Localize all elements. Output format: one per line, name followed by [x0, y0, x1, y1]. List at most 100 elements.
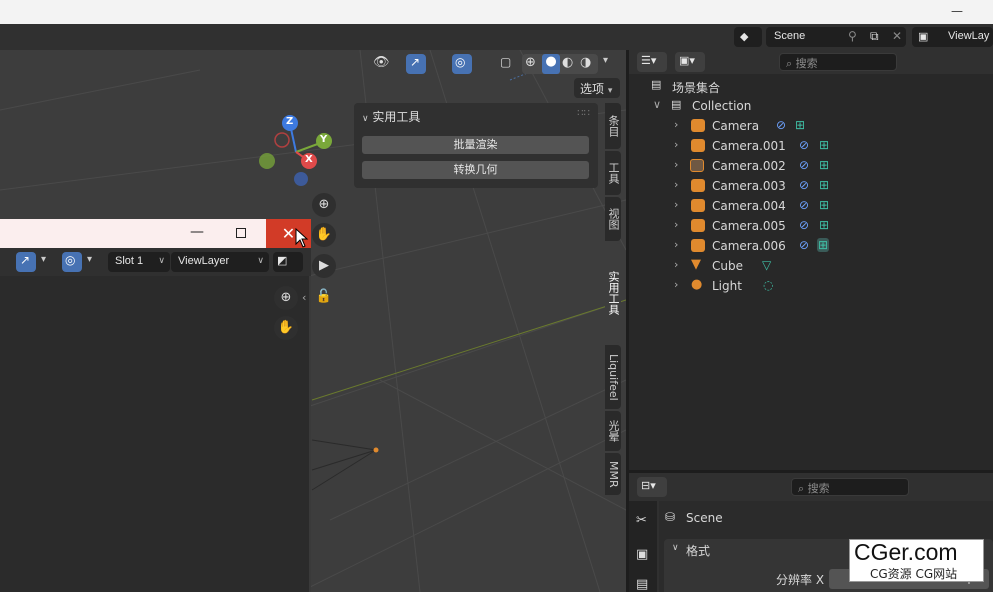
- overlay-toggle-icon[interactable]: ◎: [452, 54, 472, 74]
- constraint-icon[interactable]: ⊘: [776, 118, 786, 132]
- pan-hand-icon[interactable]: ✋: [312, 223, 336, 247]
- chevron-down-icon[interactable]: ∨: [653, 98, 661, 111]
- lock-icon[interactable]: 🔓: [312, 285, 336, 309]
- scene-type-icon[interactable]: ◆: [734, 27, 762, 47]
- camera-data-icon[interactable]: ⊞: [819, 138, 829, 152]
- chevron-down-icon[interactable]: ▾: [603, 55, 608, 66]
- constraint-icon[interactable]: ⊘: [799, 238, 809, 252]
- light-data-icon[interactable]: ◌: [763, 278, 773, 292]
- options-button[interactable]: 选项 ▾: [574, 78, 620, 98]
- chevron-right-icon[interactable]: ›: [674, 118, 678, 131]
- floating-window-canvas[interactable]: ⊕ ✋: [0, 276, 298, 592]
- chevron-down-icon: ∨: [257, 255, 264, 265]
- camera-object-icon: [691, 139, 705, 152]
- chevron-down-icon[interactable]: ▾: [41, 254, 46, 265]
- floating-window-title-bar[interactable]: — ✕: [0, 219, 311, 248]
- material-shading-icon[interactable]: ◐: [562, 55, 573, 70]
- editor-type-icon[interactable]: ⊟▾: [637, 477, 667, 497]
- tab-liquifeel[interactable]: Liquifeel: [605, 345, 621, 409]
- close-icon[interactable]: ✕: [892, 29, 902, 43]
- slot-selector[interactable]: Slot 1 ∨: [108, 252, 170, 272]
- camera-data-icon[interactable]: ⊞: [819, 198, 829, 212]
- camera-object-icon: [691, 119, 705, 132]
- constraint-icon[interactable]: ⊘: [799, 158, 809, 172]
- pin-icon[interactable]: ⚲: [848, 29, 857, 43]
- convert-geometry-button[interactable]: 转换几何: [362, 161, 589, 179]
- chevron-right-icon[interactable]: ›: [674, 258, 678, 271]
- mesh-data-icon[interactable]: ▽: [762, 258, 771, 272]
- viewlayer-selector[interactable]: ▣ ViewLay: [912, 27, 993, 47]
- camera-data-icon[interactable]: ⊞: [819, 218, 829, 232]
- display-mode-icon[interactable]: ◩: [273, 252, 303, 272]
- chevron-right-icon[interactable]: ›: [674, 218, 678, 231]
- outliner-search-input[interactable]: ⌕ 搜索: [779, 53, 897, 71]
- chevron-left-icon[interactable]: ‹: [302, 291, 306, 304]
- xray-icon[interactable]: ▢: [497, 54, 517, 74]
- tab-mmr[interactable]: MMR: [605, 453, 621, 495]
- row-label: Cube: [712, 259, 743, 273]
- outliner-row-scene-collection[interactable]: ▤ 场景集合: [629, 76, 993, 96]
- drag-handle-icon[interactable]: ∷∷: [577, 108, 590, 119]
- render-icon[interactable]: ▣: [636, 547, 648, 562]
- constraint-icon[interactable]: ⊘: [799, 138, 809, 152]
- outliner-row-camera-004[interactable]: › Camera.004 ⊘ ⊞: [629, 196, 993, 216]
- outliner-row-camera-006[interactable]: › Camera.006 ⊘ ⊞: [629, 236, 993, 256]
- overlay-toggle-icon[interactable]: ◎: [62, 252, 82, 272]
- gizmo-toggle-icon[interactable]: ↗: [406, 54, 426, 74]
- outliner-row-light[interactable]: › ● Light ◌: [629, 276, 993, 296]
- chevron-right-icon[interactable]: ›: [674, 198, 678, 211]
- visibility-icon[interactable]: 👁: [370, 54, 400, 74]
- output-icon[interactable]: ▤: [636, 577, 648, 592]
- chevron-down-icon[interactable]: ▾: [87, 254, 92, 265]
- maximize-icon[interactable]: [236, 228, 246, 238]
- camera-data-icon[interactable]: ⊞: [819, 158, 829, 172]
- chevron-right-icon[interactable]: ›: [674, 238, 678, 251]
- row-label: Light: [712, 279, 742, 293]
- tab-tool[interactable]: 工具: [605, 151, 621, 195]
- new-scene-icon[interactable]: ⧉: [870, 29, 879, 44]
- outliner-row-collection[interactable]: ∨ ▤ Collection: [629, 96, 993, 116]
- zoom-icon[interactable]: ⊕: [312, 193, 336, 217]
- chevron-right-icon[interactable]: ›: [674, 278, 678, 291]
- properties-search-input[interactable]: ⌕ 搜索: [791, 478, 909, 496]
- chevron-right-icon[interactable]: ›: [674, 158, 678, 171]
- viewlayer-selector[interactable]: ViewLayer ∨: [171, 252, 269, 272]
- minimize-icon[interactable]: —: [190, 224, 204, 240]
- gizmo-toggle-icon[interactable]: ↗: [16, 252, 36, 272]
- chevron-down-icon[interactable]: ∨: [672, 543, 679, 553]
- watermark-main-text: CGer.com: [854, 539, 958, 565]
- chevron-right-icon[interactable]: ›: [674, 178, 678, 191]
- rendered-shading-icon[interactable]: ◑: [580, 55, 591, 70]
- camera-view-icon[interactable]: ▶: [312, 254, 336, 278]
- constraint-icon[interactable]: ⊘: [799, 178, 809, 192]
- tab-view[interactable]: 视图: [605, 197, 621, 241]
- editor-type-icon[interactable]: ☰▾: [637, 52, 667, 72]
- chevron-right-icon[interactable]: ›: [674, 138, 678, 151]
- outliner-row-camera-001[interactable]: › Camera.001 ⊘ ⊞: [629, 136, 993, 156]
- outliner-row-camera-005[interactable]: › Camera.005 ⊘ ⊞: [629, 216, 993, 236]
- panel-header[interactable]: ∨ 实用工具: [362, 108, 420, 125]
- wireframe-shading-icon[interactable]: ⊕: [525, 55, 536, 70]
- pan-hand-icon[interactable]: ✋: [274, 316, 298, 340]
- batch-render-button[interactable]: 批量渲染: [362, 136, 589, 154]
- constraint-icon[interactable]: ⊘: [799, 218, 809, 232]
- outliner-row-camera-003[interactable]: › Camera.003 ⊘ ⊞: [629, 176, 993, 196]
- camera-data-icon[interactable]: ⊞: [817, 238, 830, 252]
- display-mode-icon[interactable]: ▣▾: [675, 52, 705, 72]
- camera-data-icon[interactable]: ⊞: [795, 118, 805, 132]
- camera-data-icon[interactable]: ⊞: [819, 178, 829, 192]
- outliner-row-cube[interactable]: › ▼ Cube ▽: [629, 256, 993, 276]
- constraint-icon[interactable]: ⊘: [799, 198, 809, 212]
- solid-shading-icon[interactable]: ●: [542, 54, 560, 74]
- minimize-icon[interactable]: —: [951, 4, 963, 18]
- tab-halo[interactable]: 光晕: [605, 411, 621, 451]
- navigation-gizmo[interactable]: Z Y X: [256, 112, 336, 192]
- outliner-row-camera[interactable]: › Camera ⊘ ⊞: [629, 116, 993, 136]
- tool-settings-icon[interactable]: ✂: [636, 513, 647, 528]
- tab-utility[interactable]: 实用工具: [605, 243, 621, 343]
- tab-item[interactable]: 条目: [605, 103, 621, 149]
- outliner-row-camera-002[interactable]: › Camera.002 ⊘ ⊞: [629, 156, 993, 176]
- scene-selector[interactable]: Scene ⚲ ⧉ ✕: [766, 27, 906, 47]
- zoom-icon[interactable]: ⊕: [274, 286, 298, 310]
- collection-icon: ▤: [671, 98, 682, 111]
